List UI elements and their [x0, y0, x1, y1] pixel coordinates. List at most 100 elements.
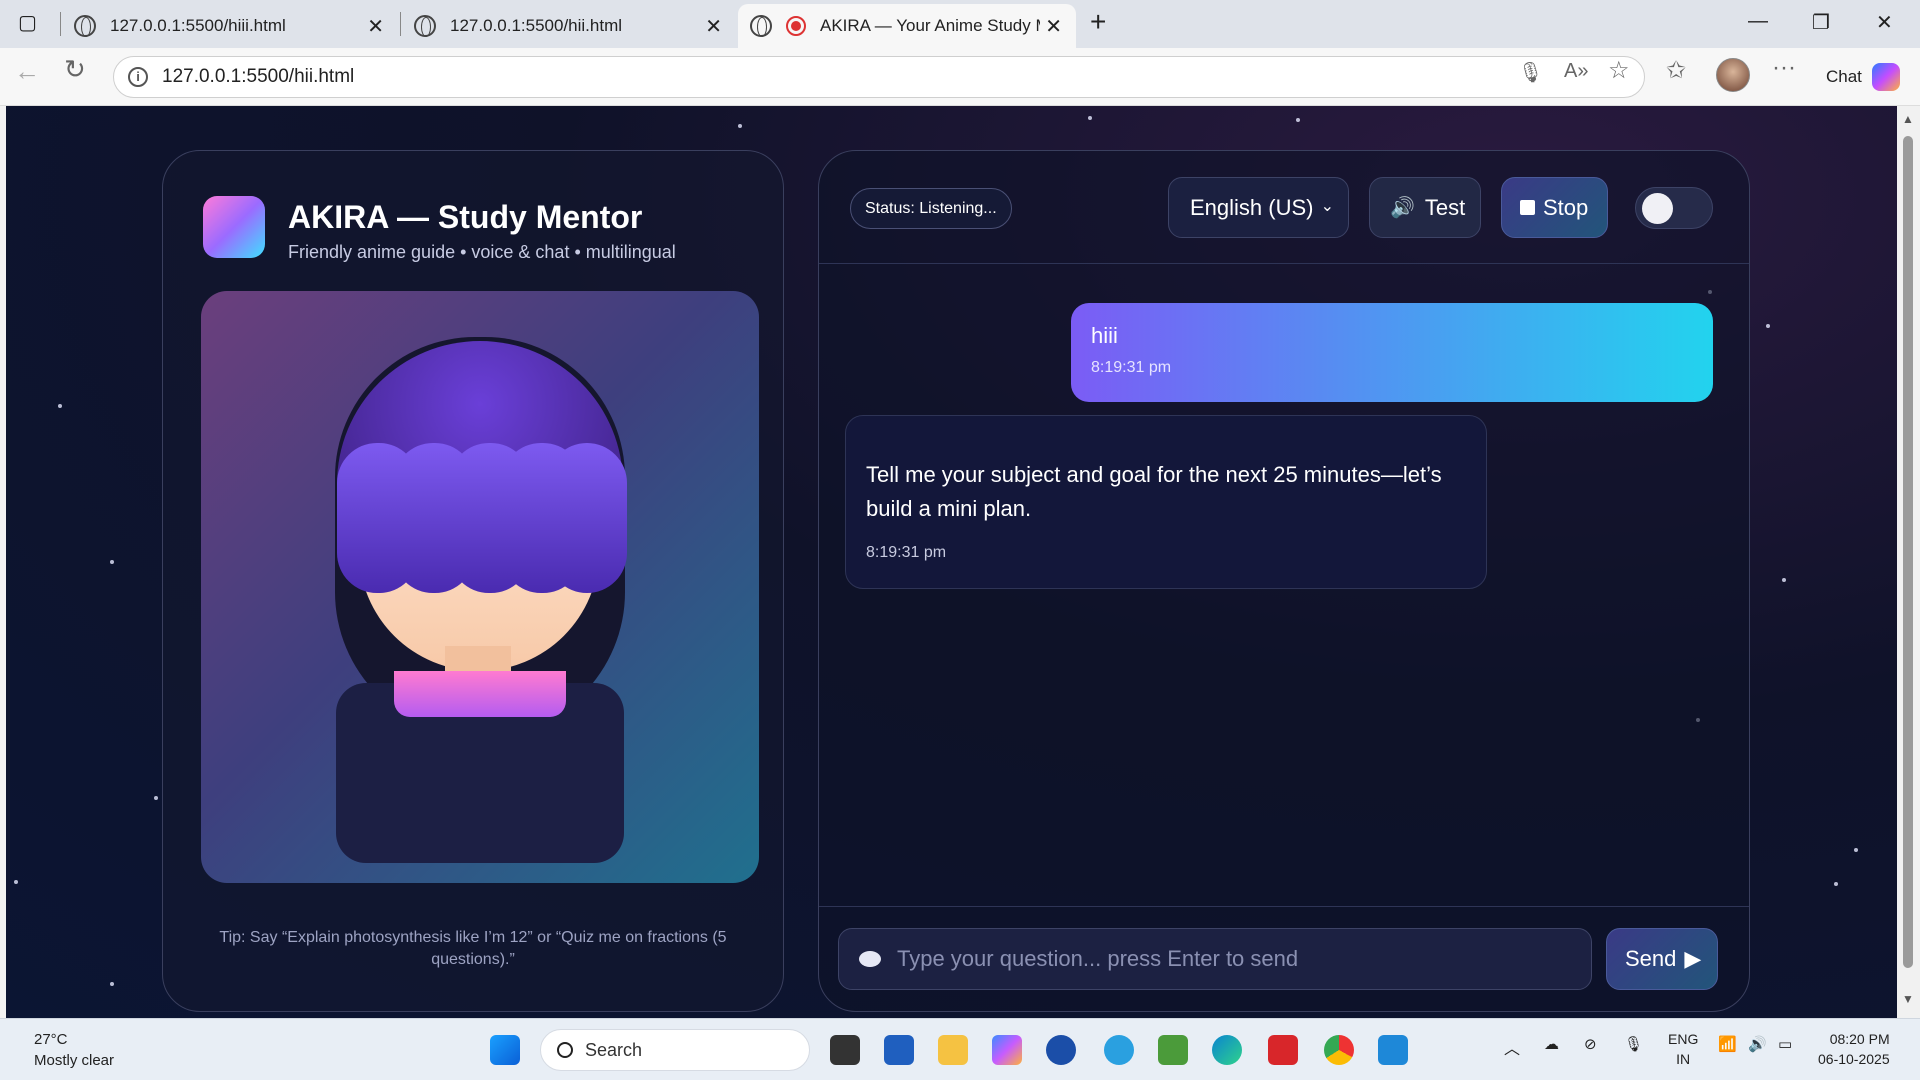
chrome-icon[interactable]	[1324, 1035, 1354, 1065]
vscode-icon[interactable]	[1378, 1035, 1408, 1065]
new-tab-button[interactable]: +	[1090, 6, 1106, 38]
file-explorer-icon[interactable]	[938, 1035, 968, 1065]
message-text: Tell me your subject and goal for the ne…	[866, 462, 1442, 521]
theme-toggle[interactable]	[1635, 187, 1713, 229]
system-clock[interactable]: 08:20 PM 06-10-2025	[1818, 1029, 1890, 1069]
globe-icon	[750, 15, 772, 37]
microphone-tray-icon[interactable]: 🎙	[1624, 1035, 1643, 1053]
tip-text: Tip: Say “Explain photosynthesis like I’…	[219, 929, 727, 968]
tab-hii[interactable]: 127.0.0.1:5500/hii.html ✕	[402, 4, 736, 48]
character-collar	[394, 671, 566, 717]
microphone-icon[interactable]: 🎙	[1518, 60, 1543, 85]
toggle-knob	[1642, 193, 1673, 224]
task-view-icon[interactable]	[830, 1035, 860, 1065]
language-value: English (US)	[1190, 194, 1314, 220]
globe-icon	[74, 15, 96, 37]
weather-condition: Mostly clear	[34, 1052, 115, 1069]
input-language[interactable]: ENG IN	[1668, 1029, 1698, 1069]
favorite-star-icon[interactable]: ☆	[1608, 56, 1630, 85]
globe-icon	[414, 15, 436, 37]
nodejs-icon[interactable]	[1158, 1035, 1188, 1065]
scroll-up-icon[interactable]: ▲	[1902, 112, 1914, 126]
tab-akira[interactable]: AKIRA — Your Anime Study M ✕	[738, 4, 1076, 48]
language-select[interactable]: English (US) ⌄	[1168, 177, 1349, 238]
clock-time: 08:20 PM	[1829, 1031, 1890, 1047]
reload-icon[interactable]: ↻	[64, 54, 86, 85]
stop-square-icon	[1520, 200, 1535, 215]
browser-tab-bar: ▢ 127.0.0.1:5500/hiii.html ✕ 127.0.0.1:5…	[0, 0, 1920, 48]
address-toolbar: ← ↻ i 127.0.0.1:5500/hii.html 🎙 A» ☆ ✩ ·…	[0, 48, 1920, 106]
tab-label: AKIRA — Your Anime Study M	[820, 16, 1040, 35]
minimize-button[interactable]: —	[1748, 10, 1768, 33]
help-icon[interactable]	[1104, 1035, 1134, 1065]
stop-label: Stop	[1543, 194, 1589, 220]
back-icon[interactable]: ←	[14, 56, 40, 87]
store-icon[interactable]	[884, 1035, 914, 1065]
close-icon[interactable]: ✕	[705, 14, 722, 39]
chat-panel: Status: Listening... English (US) ⌄ 🔊 Te…	[818, 150, 1750, 1012]
app-logo	[203, 196, 265, 258]
hp-icon[interactable]	[1046, 1035, 1076, 1065]
site-info-icon[interactable]: i	[128, 67, 148, 87]
message-input-box[interactable]	[838, 928, 1592, 990]
volume-icon[interactable]: 🔊	[1748, 1035, 1767, 1053]
page-background: AKIRA — Study Mentor Friendly anime guid…	[6, 106, 1897, 1018]
message-input[interactable]	[897, 946, 1537, 972]
chat-bubble-icon	[859, 951, 881, 967]
clock-date: 06-10-2025	[1818, 1051, 1890, 1067]
message-text: hiii	[1091, 323, 1118, 348]
send-button[interactable]: Send ▶	[1606, 928, 1718, 990]
close-window-button[interactable]: ✕	[1876, 10, 1893, 35]
test-voice-button[interactable]: 🔊 Test	[1369, 177, 1481, 238]
user-message: hiii 8:19:31 pm	[1071, 303, 1713, 402]
lang-line2: IN	[1676, 1051, 1691, 1067]
play-arrow-icon: ▶	[1684, 946, 1702, 971]
status-badge: Status: Listening...	[850, 188, 1012, 229]
message-time: 8:19:31 pm	[1091, 359, 1172, 376]
taskbar-search[interactable]: Search	[540, 1029, 810, 1071]
tab-label: 127.0.0.1:5500/hiii.html	[110, 16, 286, 35]
start-icon[interactable]	[490, 1035, 520, 1065]
chat-header: Status: Listening... English (US) ⌄ 🔊 Te…	[819, 151, 1749, 264]
search-icon	[557, 1042, 573, 1058]
wifi-icon[interactable]: 📶	[1718, 1035, 1737, 1053]
tab-actions-icon[interactable]: ▢	[18, 10, 37, 35]
chat-label: Chat	[1826, 67, 1862, 86]
lang-line1: ENG	[1668, 1031, 1699, 1047]
scroll-thumb[interactable]	[1903, 136, 1913, 968]
weather-widget[interactable]: 27°C Mostly clear	[34, 1029, 114, 1071]
battery-icon[interactable]: ▭	[1778, 1035, 1792, 1053]
cloud-off-icon[interactable]: ⊘	[1584, 1035, 1597, 1053]
tab-hiii[interactable]: 127.0.0.1:5500/hiii.html ✕	[62, 4, 398, 48]
app-subtitle: Friendly anime guide • voice & chat • mu…	[288, 242, 676, 262]
stop-button[interactable]: Stop	[1501, 177, 1608, 238]
onedrive-icon[interactable]: ☁	[1544, 1035, 1559, 1053]
bot-message: Tell me your subject and goal for the ne…	[845, 415, 1487, 589]
close-icon[interactable]: ✕	[1045, 14, 1062, 39]
copilot-app-icon[interactable]	[992, 1035, 1022, 1065]
speaker-icon: 🔊	[1390, 197, 1415, 219]
tab-label: 127.0.0.1:5500/hii.html	[450, 16, 623, 35]
favorites-icon[interactable]: ✩	[1666, 56, 1686, 85]
app-title: AKIRA — Study Mentor	[288, 199, 643, 235]
url-field[interactable]: i 127.0.0.1:5500/hii.html	[113, 56, 1645, 98]
more-menu-icon[interactable]: ···	[1772, 54, 1796, 82]
recording-icon	[786, 16, 806, 36]
chevron-down-icon: ⌄	[1320, 198, 1334, 215]
temperature: 27°C	[34, 1031, 68, 1048]
page-scrollbar[interactable]: ▲ ▼	[1897, 106, 1920, 1018]
wps-office-icon[interactable]	[1268, 1035, 1298, 1065]
copilot-chat-button[interactable]: Chat	[1812, 56, 1912, 98]
show-hidden-icons[interactable]: ︿	[1504, 1035, 1520, 1059]
test-label: Test	[1424, 194, 1466, 220]
profile-avatar[interactable]	[1716, 58, 1750, 92]
scroll-down-icon[interactable]: ▼	[1902, 992, 1914, 1006]
message-time: 8:19:31 pm	[866, 544, 947, 561]
close-icon[interactable]: ✕	[367, 14, 384, 39]
restore-button[interactable]: ❐	[1812, 10, 1830, 35]
edge-icon[interactable]	[1212, 1035, 1242, 1065]
send-label: Send	[1625, 946, 1677, 971]
mentor-panel: AKIRA — Study Mentor Friendly anime guid…	[162, 150, 784, 1012]
read-aloud-icon[interactable]: A»	[1564, 60, 1588, 83]
chat-composer: Send ▶	[819, 906, 1749, 1011]
